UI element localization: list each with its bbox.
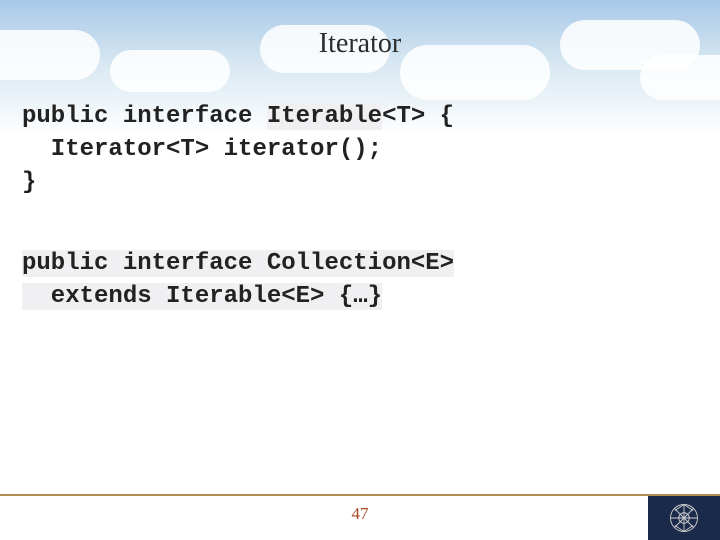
code-highlight-iterable: Iterable	[267, 103, 382, 130]
page-number: 47	[0, 504, 720, 524]
code-text: public interface	[22, 103, 267, 130]
code-text: public interface	[22, 250, 267, 277]
code-text: <T> {	[382, 103, 454, 130]
code-highlight-line: extends Iterable<E> {…}	[22, 283, 382, 310]
code-block-iterable: public interface Iterable<T> { Iterator<…	[22, 100, 698, 199]
code-text: <E> {…}	[281, 283, 382, 310]
code-highlight-line: public interface Collection<E>	[22, 250, 454, 277]
code-highlight-iterable: Iterable	[166, 283, 281, 310]
code-text: extends	[22, 283, 166, 310]
footer-divider	[0, 494, 720, 496]
code-text: Iterator<T> iterator();	[22, 136, 382, 163]
code-block-collection: public interface Collection<E> extends I…	[22, 247, 698, 313]
footer-logo-bar	[648, 496, 720, 540]
slide-title: Iterator	[0, 28, 720, 60]
code-highlight-collection: Collection	[267, 250, 411, 277]
code-text: }	[22, 169, 36, 196]
code-text: <E>	[411, 250, 454, 277]
slide-content: public interface Iterable<T> { Iterator<…	[22, 100, 698, 314]
institution-logo-icon	[669, 503, 699, 533]
